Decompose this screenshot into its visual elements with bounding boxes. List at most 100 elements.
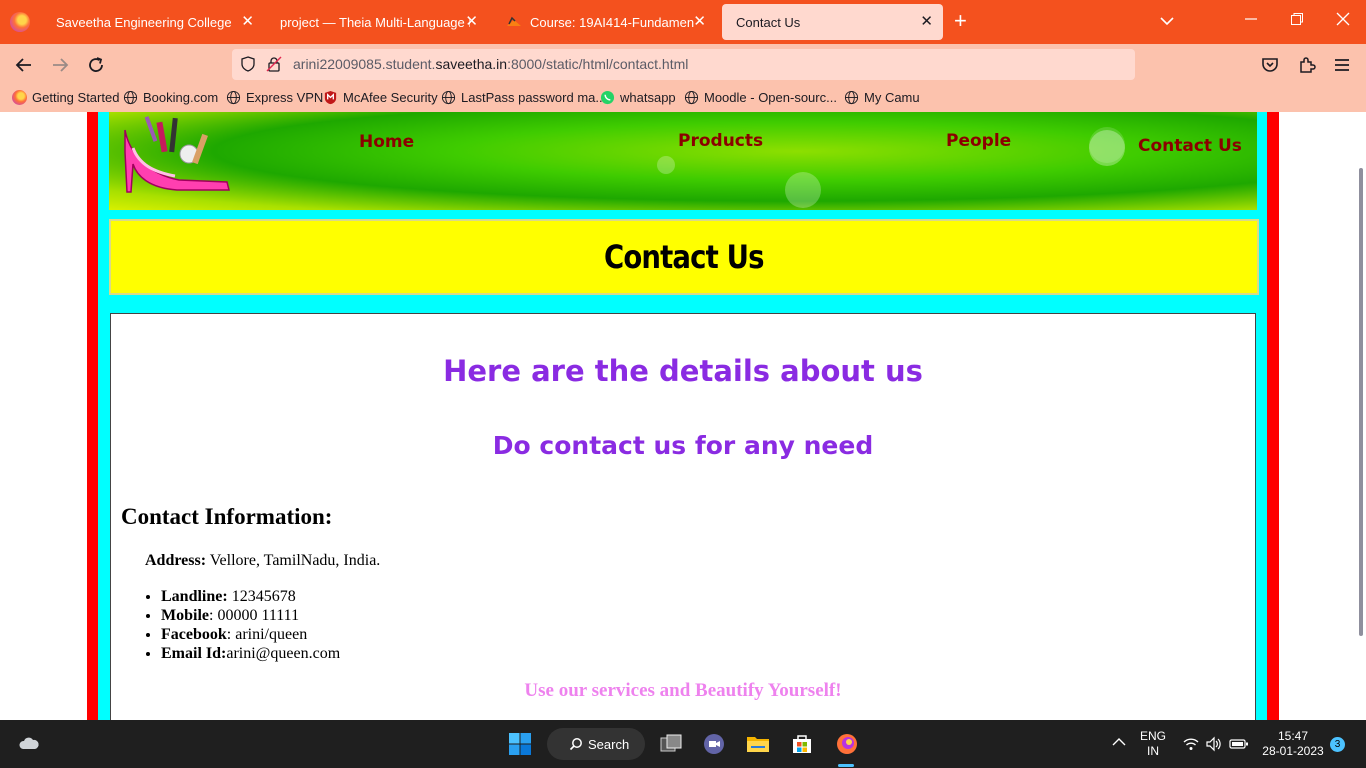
pocket-icon[interactable] [1258,53,1282,77]
bokeh-light [657,156,675,174]
bookmark-label: LastPass password ma... [461,90,607,105]
bookmark-moodle[interactable]: Moodle - Open-sourc... [684,90,837,105]
page-title-box: Contact Us [109,219,1259,295]
globe-icon [441,90,456,105]
new-tab-button[interactable]: + [954,10,967,32]
tagline: Use our services and Beautify Yourself! [524,680,842,701]
scrollbar-thumb[interactable] [1359,168,1363,636]
clock-date: 28-01-2023 [1262,744,1324,758]
taskbar-search-box[interactable]: Search [547,728,645,760]
bookmark-label: Express VPN [246,90,324,105]
region-code: IN [1147,744,1159,758]
bookmark-my-camu[interactable]: My Camu [844,90,920,105]
tracking-shield-icon[interactable] [240,56,256,77]
tab-close-icon[interactable]: ✕ [693,14,706,30]
firefox-view-icon[interactable] [10,12,30,32]
extensions-icon[interactable] [1295,53,1319,77]
contact-content-panel: Here are the details about us Do contact… [110,313,1256,720]
page-viewport: Home Products People Contact Us Contact … [0,112,1356,720]
bokeh-light [1089,130,1125,166]
address-label: Address: [145,552,207,569]
url-prefix: arini22009085.student. [293,56,436,72]
menu-hamburger-icon[interactable] [1330,53,1354,77]
bookmark-lastpass[interactable]: LastPass password ma... [441,90,606,105]
back-arrow-icon[interactable] [12,53,36,77]
bookmark-label: Getting Started [32,90,120,105]
language-indicator[interactable]: ENG IN [1138,729,1168,759]
battery-icon[interactable] [1229,735,1253,759]
bookmark-express-vpn[interactable]: Express VPN [226,90,323,105]
bookmark-whatsapp[interactable]: whatsapp [600,90,676,105]
restore-icon[interactable] [1290,12,1304,31]
tab-saveetha[interactable]: Saveetha Engineering College ✕ [42,4,264,40]
volume-icon[interactable] [1205,735,1229,759]
list-item: Email Id:arini@queen.com [161,644,340,663]
teams-chat-icon[interactable] [702,732,726,756]
tab-moodle-course[interactable]: Course: 19AI414-Fundamentals ✕ [492,4,716,40]
language-code: ENG [1139,729,1166,743]
firefox-icon [12,90,27,105]
tab-close-icon[interactable]: ✕ [241,14,254,30]
firefox-taskbar-icon[interactable] [835,732,859,756]
contact-value: arini@queen.com [226,645,341,662]
page-title: Contact Us [604,238,764,276]
bookmark-getting-started[interactable]: Getting Started [12,90,119,105]
bookmark-label: McAfee Security [343,90,438,105]
file-explorer-icon[interactable] [746,732,770,756]
bookmarks-toolbar: Getting Started Booking.com Express VPN … [0,86,1366,112]
contact-information-heading: Contact Information: [121,504,333,529]
contact-label: Mobile [161,607,209,624]
reload-icon[interactable] [84,53,108,77]
nav-products-link[interactable]: Products [678,131,763,151]
bookmark-booking[interactable]: Booking.com [123,90,218,105]
windows-taskbar: Search ENG IN 15:47 28-01-2023 [0,720,1366,768]
contact-value: 12345678 [227,588,296,605]
bookmark-label: whatsapp [620,90,676,105]
high-heel-cosmetics-logo [119,112,231,199]
page-scrollbar[interactable] [1356,112,1366,720]
windows-start-icon[interactable] [508,732,532,756]
bookmark-label: Moodle - Open-sourc... [704,90,837,105]
search-icon [569,738,582,751]
nav-home-link[interactable]: Home [359,132,414,152]
close-window-icon[interactable] [1336,12,1350,31]
globe-icon [226,90,241,105]
list-item: Landline: 12345678 [161,587,340,606]
notification-count-badge[interactable]: 3 [1330,737,1345,752]
contact-label: Facebook [161,626,227,643]
microsoft-store-icon[interactable] [790,732,814,756]
tab-list-chevron-icon[interactable] [1158,12,1176,30]
bookmark-label: My Camu [864,90,920,105]
list-item: Mobile: 00000 11111 [161,606,340,625]
tab-close-icon[interactable]: ✕ [920,14,933,30]
url-path: :8000/static/html/contact.html [507,56,689,72]
tab-close-icon[interactable]: ✕ [465,14,478,30]
clock[interactable]: 15:47 28-01-2023 [1258,729,1328,759]
globe-icon [123,90,138,105]
insecure-lock-icon[interactable] [266,56,282,77]
globe-icon [844,90,859,105]
tab-bar: Saveetha Engineering College ✕ project —… [0,0,1366,44]
bookmark-mcafee[interactable]: McAfee Security [323,90,438,105]
active-app-indicator [838,764,854,767]
tab-theia-project[interactable]: project — Theia Multi-Language Ex ✕ [266,4,488,40]
tab-title: project — Theia Multi-Language Ex [280,14,470,30]
wifi-icon[interactable] [1182,735,1206,759]
nav-people-link[interactable]: People [946,131,1011,151]
tab-title: Saveetha Engineering College [56,14,232,30]
show-hidden-icons-chevron[interactable] [1110,733,1134,757]
forward-arrow-icon[interactable] [48,53,72,77]
weather-cloud-icon[interactable] [17,732,41,756]
address-value: Vellore, TamilNadu, India. [206,552,381,569]
task-view-icon[interactable] [659,732,683,756]
address-bar[interactable]: arini22009085.student.saveetha.in:8000/s… [232,49,1135,80]
contact-label: Landline: [161,588,228,605]
url-domain: saveetha.in [435,56,508,72]
mcafee-icon [323,90,338,105]
tab-contact-us[interactable]: Contact Us ✕ [722,4,943,40]
globe-icon [684,90,699,105]
address-line: Address: Vellore, TamilNadu, India. [145,552,380,570]
moodle-icon [506,14,522,30]
nav-contact-link[interactable]: Contact Us [1138,136,1242,156]
minimize-icon[interactable] [1244,12,1258,31]
